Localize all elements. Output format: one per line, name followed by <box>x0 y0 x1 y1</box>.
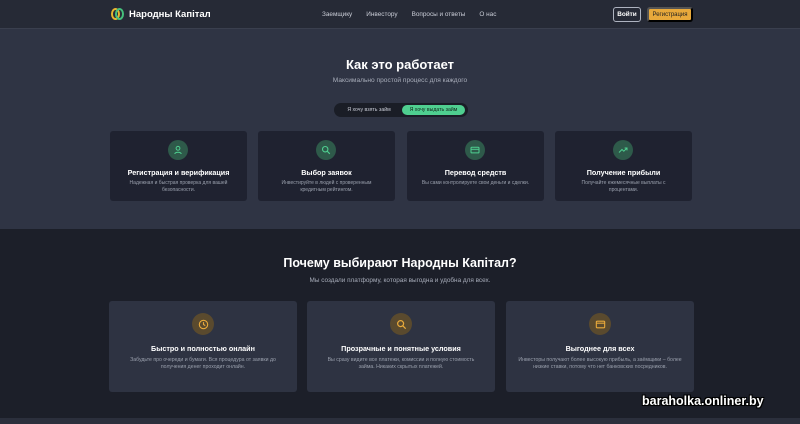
feature-title: Быстро и полностью онлайн <box>151 344 255 353</box>
step-description: Надежная и быстрая проверка для вашей бе… <box>129 180 228 193</box>
feature-description: Забудьте про очереди и бумаги. Вся проце… <box>130 357 276 371</box>
user-icon <box>168 140 188 160</box>
toggle-lend[interactable]: Я хочу выдать займ <box>402 105 465 115</box>
nav-investor[interactable]: Инвестору <box>366 11 397 18</box>
page-bottom-edge <box>0 418 800 424</box>
step-card-profit: Получение прибыли Получайте ежемесячные … <box>555 131 692 201</box>
why-us-title: Почему выбирают Народны Капітал? <box>283 256 517 270</box>
wallet-icon <box>589 313 611 335</box>
watermark: baraholka.onliner.by <box>642 394 764 408</box>
how-it-works-subtitle: Максимально простой процесс для каждого <box>332 77 468 84</box>
feature-description: Инвесторы получают более высокую прибыль… <box>518 357 682 371</box>
register-button[interactable]: Регистрация <box>647 7 693 22</box>
site-header: Народны Капітал Заемщику Инвестору Вопро… <box>0 0 800 29</box>
step-description: Вы сами контролируете свои деньги и сдел… <box>421 180 530 186</box>
step-card-transfer: Перевод средств Вы сами контролируете св… <box>407 131 544 201</box>
feature-card-profitable: Выгоднее для всех Инвесторы получают бол… <box>506 301 694 392</box>
search-icon <box>390 313 412 335</box>
nav-faq[interactable]: Вопросы и ответы <box>412 11 466 18</box>
step-title: Перевод средств <box>444 168 507 177</box>
feature-title: Выгоднее для всех <box>565 344 635 353</box>
clock-icon <box>192 313 214 335</box>
logo-rings-icon <box>111 8 124 20</box>
feature-description: Вы сразу видите все платежи, комиссии и … <box>327 357 475 371</box>
main-nav: Заемщику Инвестору Вопросы и ответы О на… <box>322 11 496 18</box>
feature-title: Прозрачные и понятные условия <box>341 344 461 353</box>
how-it-works-title: Как это работает <box>345 57 455 72</box>
role-toggle: Я хочу взять займ Я хочу выдать займ <box>334 103 468 117</box>
brand-logo[interactable]: Народны Капітал <box>111 8 211 20</box>
login-button[interactable]: Войти <box>613 7 641 22</box>
credit-card-icon <box>465 140 485 160</box>
search-icon <box>316 140 336 160</box>
nav-about[interactable]: О нас <box>479 11 496 18</box>
step-title: Регистрация и верификация <box>127 168 230 177</box>
feature-card-fast: Быстро и полностью онлайн Забудьте про о… <box>109 301 297 392</box>
nav-borrower[interactable]: Заемщику <box>322 11 352 18</box>
step-title: Получение прибыли <box>586 168 661 177</box>
feature-card-transparent: Прозрачные и понятные условия Вы сразу в… <box>307 301 495 392</box>
step-description: Инвестируйте в людей с проверенным креди… <box>281 180 372 193</box>
trending-up-icon <box>613 140 633 160</box>
step-card-selection: Выбор заявок Инвестируйте в людей с пров… <box>258 131 395 201</box>
step-title: Выбор заявок <box>301 168 352 177</box>
why-us-subtitle: Мы создали платформу, которая выгодна и … <box>309 277 491 284</box>
step-description: Получайте ежемесячные выплаты с процента… <box>581 180 666 193</box>
toggle-borrow[interactable]: Я хочу взять займ <box>337 105 401 115</box>
brand-name: Народны Капітал <box>129 8 211 20</box>
step-card-registration: Регистрация и верификация Надежная и быс… <box>110 131 247 201</box>
